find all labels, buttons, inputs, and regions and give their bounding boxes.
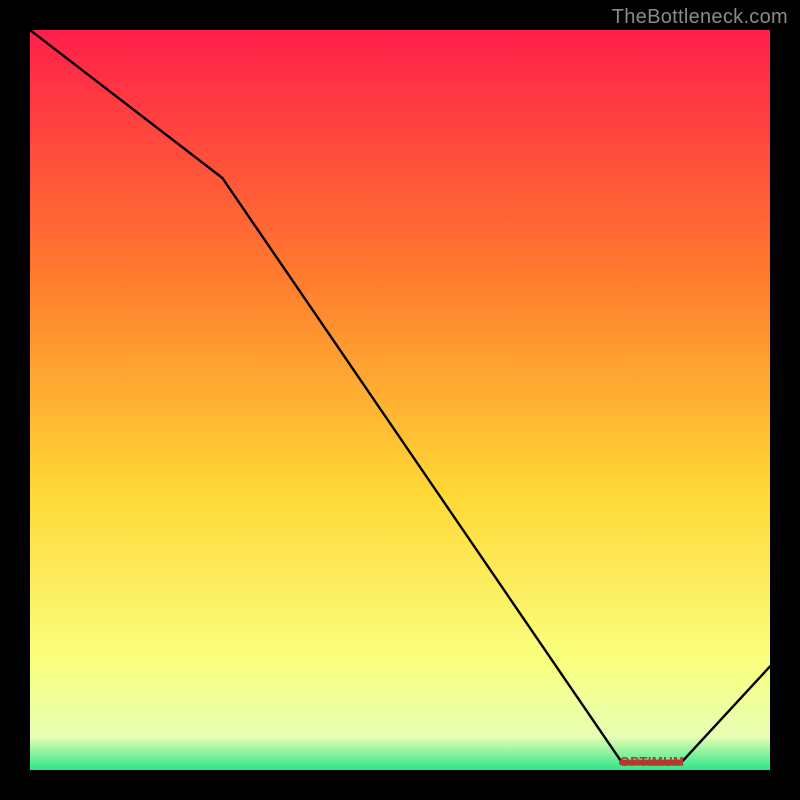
chart-frame: TheBottleneck.com OPTIMUM	[0, 0, 800, 800]
gradient-background	[30, 30, 770, 770]
attribution-label: TheBottleneck.com	[612, 6, 788, 29]
optimum-label: OPTIMUM	[620, 754, 685, 769]
bottleneck-chart	[30, 30, 770, 770]
